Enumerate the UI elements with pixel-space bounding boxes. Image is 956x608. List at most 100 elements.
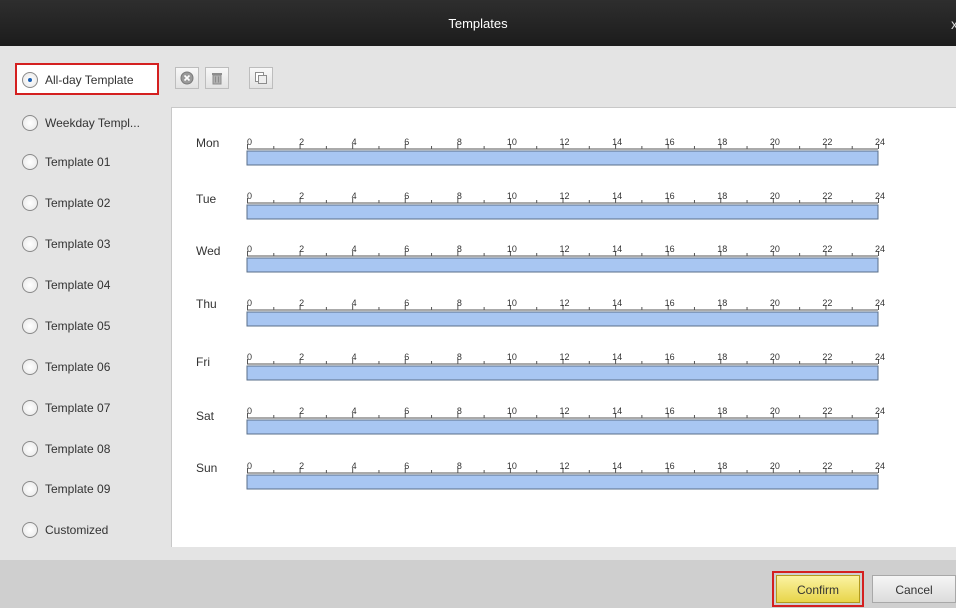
hour-tick-label: 2 <box>299 191 304 201</box>
scheduled-time-bar[interactable] <box>246 257 879 273</box>
hour-tick-label: 18 <box>717 298 727 308</box>
hour-tick-label: 8 <box>457 461 462 471</box>
hour-tick-label: 22 <box>822 298 832 308</box>
scheduled-time-bar[interactable] <box>246 419 879 435</box>
hour-tick-label: 24 <box>875 406 885 416</box>
schedule-timelines[interactable]: 0 2 4 6 8 10 12 14 16 18 20 22 240 2 4 6 8 10 12 14 16 18 20 22… <box>0 0 956 608</box>
hour-tick-label: 10 <box>507 352 517 362</box>
hour-tick-label: 2 <box>299 461 304 471</box>
hour-tick-label: 8 <box>457 406 462 416</box>
timeline-wed[interactable]: 0 2 4 6 8 10 12 14 16 18 20 22 24 <box>246 244 885 273</box>
hour-tick-label: 24 <box>875 244 885 254</box>
hour-tick-label: 18 <box>717 244 727 254</box>
hour-tick-label: 16 <box>665 137 675 147</box>
hour-tick-label: 18 <box>717 137 727 147</box>
hour-tick-label: 2 <box>299 298 304 308</box>
hour-tick-label: 20 <box>770 298 780 308</box>
hour-tick-label: 6 <box>404 461 409 471</box>
hour-tick-label: 18 <box>717 406 727 416</box>
hour-tick-label: 16 <box>665 191 675 201</box>
timeline-sat[interactable]: 0 2 4 6 8 10 12 14 16 18 20 22 24 <box>246 406 885 435</box>
timeline-sun[interactable]: 0 2 4 6 8 10 12 14 16 18 20 22 24 <box>246 461 885 490</box>
hour-tick-label: 4 <box>352 137 357 147</box>
timeline-thu[interactable]: 0 2 4 6 8 10 12 14 16 18 20 22 24 <box>246 298 885 327</box>
hour-tick-label: 12 <box>559 137 569 147</box>
hour-tick-label: 24 <box>875 352 885 362</box>
scheduled-time-bar[interactable] <box>246 365 879 381</box>
confirm-button[interactable]: Confirm <box>772 571 864 607</box>
hour-tick-label: 18 <box>717 352 727 362</box>
hour-tick-label: 12 <box>559 298 569 308</box>
hour-tick-label: 22 <box>822 461 832 471</box>
hour-tick-label: 18 <box>717 191 727 201</box>
hour-tick-label: 8 <box>457 244 462 254</box>
scheduled-time-bar[interactable] <box>246 474 879 490</box>
hour-tick-label: 6 <box>404 191 409 201</box>
hour-tick-label: 16 <box>665 298 675 308</box>
hour-tick-label: 4 <box>352 352 357 362</box>
hour-tick-label: 6 <box>404 406 409 416</box>
hour-tick-label: 0 <box>247 298 252 308</box>
hour-tick-label: 14 <box>612 244 622 254</box>
hour-tick-label: 24 <box>875 191 885 201</box>
hour-tick-label: 14 <box>612 191 622 201</box>
hour-tick-label: 0 <box>247 406 252 416</box>
hour-tick-label: 14 <box>612 137 622 147</box>
hour-tick-label: 0 <box>247 461 252 471</box>
hour-tick-label: 4 <box>352 298 357 308</box>
hour-tick-label: 24 <box>875 461 885 471</box>
hour-tick-label: 22 <box>822 137 832 147</box>
hour-tick-label: 12 <box>559 406 569 416</box>
hour-tick-label: 16 <box>665 244 675 254</box>
timeline-mon[interactable]: 0 2 4 6 8 10 12 14 16 18 20 22 24 <box>246 137 885 166</box>
hour-tick-label: 0 <box>247 352 252 362</box>
hour-tick-label: 20 <box>770 461 780 471</box>
hour-tick-label: 2 <box>299 244 304 254</box>
hour-tick-label: 2 <box>299 137 304 147</box>
hour-tick-label: 14 <box>612 406 622 416</box>
hour-tick-label: 12 <box>559 352 569 362</box>
hour-tick-label: 22 <box>822 406 832 416</box>
hour-tick-label: 6 <box>404 137 409 147</box>
hour-tick-label: 4 <box>352 406 357 416</box>
hour-tick-label: 2 <box>299 406 304 416</box>
hour-tick-label: 16 <box>665 406 675 416</box>
hour-tick-label: 2 <box>299 352 304 362</box>
hour-tick-label: 18 <box>717 461 727 471</box>
hour-tick-label: 22 <box>822 191 832 201</box>
scheduled-time-bar[interactable] <box>246 204 879 220</box>
dialog-footer: Confirm Cancel <box>0 560 956 608</box>
scheduled-time-bar[interactable] <box>246 150 879 166</box>
hour-tick-label: 10 <box>507 137 517 147</box>
hour-tick-label: 4 <box>352 191 357 201</box>
hour-tick-label: 10 <box>507 191 517 201</box>
hour-tick-label: 16 <box>665 461 675 471</box>
hour-tick-label: 6 <box>404 298 409 308</box>
hour-tick-label: 10 <box>507 461 517 471</box>
scheduled-time-bar[interactable] <box>246 311 879 327</box>
hour-tick-label: 22 <box>822 244 832 254</box>
hour-tick-label: 14 <box>612 298 622 308</box>
hour-tick-label: 12 <box>559 191 569 201</box>
hour-tick-label: 10 <box>507 406 517 416</box>
hour-tick-label: 24 <box>875 298 885 308</box>
hour-tick-label: 12 <box>559 244 569 254</box>
hour-tick-label: 8 <box>457 298 462 308</box>
timeline-tue[interactable]: 0 2 4 6 8 10 12 14 16 18 20 22 24 <box>246 191 885 220</box>
hour-tick-label: 20 <box>770 406 780 416</box>
hour-tick-label: 12 <box>559 461 569 471</box>
hour-tick-label: 8 <box>457 191 462 201</box>
hour-tick-label: 20 <box>770 137 780 147</box>
hour-tick-label: 8 <box>457 137 462 147</box>
hour-tick-label: 0 <box>247 137 252 147</box>
hour-tick-label: 4 <box>352 461 357 471</box>
timeline-fri[interactable]: 0 2 4 6 8 10 12 14 16 18 20 22 24 <box>246 352 885 381</box>
hour-tick-label: 0 <box>247 191 252 201</box>
hour-tick-label: 10 <box>507 298 517 308</box>
hour-tick-label: 14 <box>612 352 622 362</box>
hour-tick-label: 6 <box>404 244 409 254</box>
hour-tick-label: 10 <box>507 244 517 254</box>
cancel-button[interactable]: Cancel <box>872 575 956 603</box>
hour-tick-label: 24 <box>875 137 885 147</box>
hour-tick-label: 4 <box>352 244 357 254</box>
